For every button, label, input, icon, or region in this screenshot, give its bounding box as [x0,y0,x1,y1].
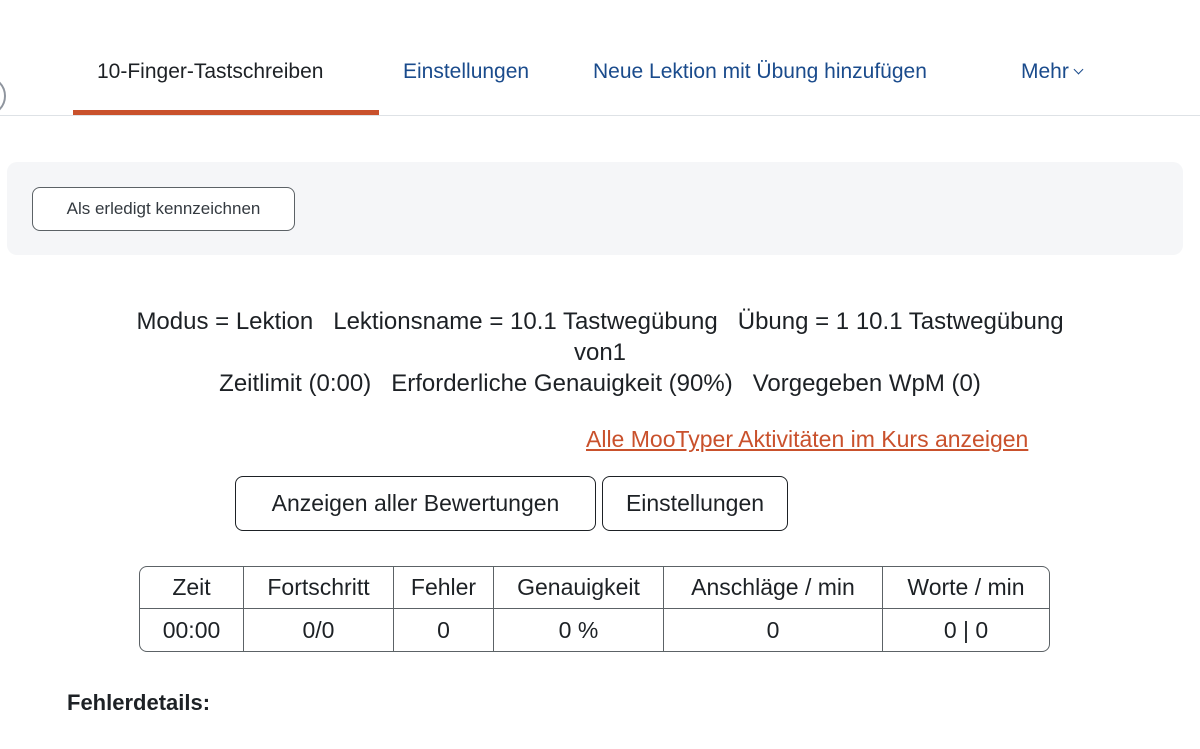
stats-value: 0 % [558,617,599,643]
stats-value: 0 [766,617,780,643]
stats-header: Anschläge / min [664,567,882,609]
time-limit-info: Zeitlimit (0:00) [219,370,372,397]
chevron-down-icon [1073,64,1084,75]
stats-col-accuracy: Genauigkeit 0 % [494,567,664,651]
exercise-of-count: von1 [573,339,627,366]
stats-value: 0/0 [302,617,335,643]
stats-header: Fortschritt [244,567,393,609]
tab-settings[interactable]: Einstellungen [403,58,529,86]
stats-header: Zeit [140,567,243,609]
completion-panel: Als erledigt kennzeichnen [7,162,1183,255]
tab-mootyper[interactable]: 10-Finger-Tastschreiben [97,58,323,86]
stats-value: 0 [437,617,450,643]
tab-more-label: Mehr [1021,60,1069,83]
wpm-info: Vorgegeben WpM (0) [752,370,981,397]
tab-more[interactable]: Mehr [1021,58,1084,86]
stats-col-words-per-min: Worte / min 0 | 0 [883,567,1049,651]
mark-as-done-button[interactable]: Als erledigt kennzeichnen [32,187,295,231]
stats-value: 0 | 0 [943,617,989,643]
stats-header: Worte / min [883,567,1049,609]
all-mootyper-activities-link[interactable]: Alle MooTyper Aktivitäten im Kurs anzeig… [586,424,1028,454]
stats-col-progress: Fortschritt 0/0 [244,567,394,651]
exercise-info: Übung = 1 10.1 Tastwegübung [737,308,1064,335]
stats-value: 00:00 [162,617,221,643]
settings-button[interactable]: Einstellungen [602,476,788,531]
secondary-navigation: 10-Finger-Tastschreiben Einstellungen Ne… [0,0,1200,116]
error-details-heading: Fehlerdetails: [67,690,211,715]
mode-info: Modus = Lektion [136,308,314,335]
show-all-grades-button[interactable]: Anzeigen aller Bewertungen [235,476,596,531]
active-tab-indicator [73,110,379,115]
tab-add-lesson[interactable]: Neue Lektion mit Übung hinzufügen [593,58,927,86]
accuracy-info: Erforderliche Genauigkeit (90%) [391,370,733,397]
lesson-info-line1: Modus = Lektion Lektionsname = 10.1 Tastw… [0,307,1200,337]
stats-col-strokes-per-min: Anschläge / min 0 [664,567,883,651]
stats-table: Zeit 00:00 Fortschritt 0/0 Fehler 0 Gena… [139,566,1050,652]
lesson-info-line3: Zeitlimit (0:00) Erforderliche Genauigkei… [0,369,1200,399]
stats-header: Genauigkeit [494,567,663,609]
lesson-name-info: Lektionsname = 10.1 Tastwegübung [333,308,718,335]
stats-col-errors: Fehler 0 [394,567,494,651]
stats-header: Fehler [394,567,493,609]
stats-col-time: Zeit 00:00 [140,567,244,651]
